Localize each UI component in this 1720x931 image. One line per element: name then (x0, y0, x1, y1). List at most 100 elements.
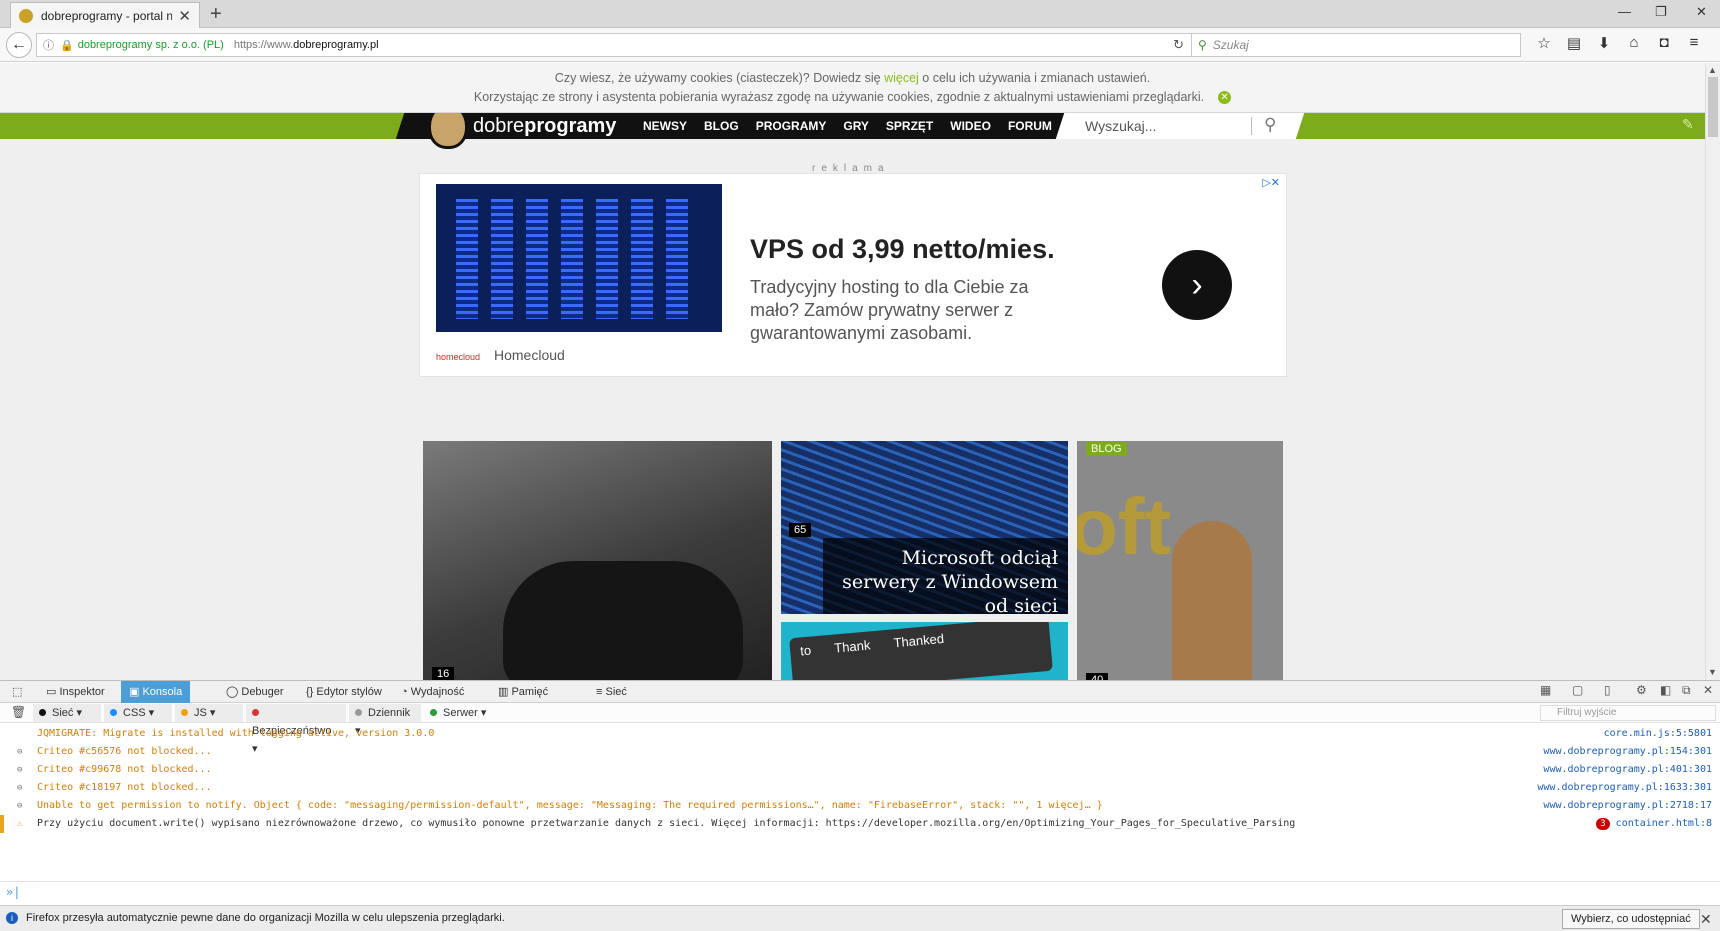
key-label: to (799, 642, 812, 659)
url-bar[interactable]: ⓘ 🔒 dobreprogramy sp. z o.o. (PL) https:… (36, 33, 1193, 57)
console-prompt-icon: »| (6, 885, 21, 899)
article-tile-blog[interactable]: oft BLOG 40 (1077, 441, 1283, 680)
dock-side-icon[interactable]: ◧ (1660, 683, 1671, 697)
site-search-input[interactable]: Wyszukaj... (1085, 113, 1285, 139)
adchoices-icon[interactable]: ▷✕ (1262, 176, 1280, 189)
ad-description: Tradycyjny hosting to dla Ciebie za mało… (750, 277, 1029, 343)
site-favicon-icon (19, 8, 33, 23)
menu-hamburger-icon[interactable]: ≡ (1679, 34, 1709, 52)
comment-count-badge: 16 (432, 667, 455, 680)
search-icon[interactable]: ⚲ (1264, 115, 1276, 135)
console-input[interactable]: »| (0, 881, 1720, 905)
cookie-more-link[interactable]: więcej (884, 71, 919, 85)
home-icon[interactable]: ⌂ (1619, 34, 1649, 52)
scroll-down-icon[interactable]: ▼ (1708, 667, 1717, 677)
bookmarks-list-icon[interactable]: ▤ (1559, 34, 1589, 52)
article-tile-keyboard[interactable]: to Thank Thanked (781, 622, 1068, 680)
filter-js[interactable]: JS ▾ (175, 704, 243, 722)
browser-search-input[interactable]: ⚲ Szukaj (1191, 33, 1521, 57)
devtools-panel: ⬚ ▭ Inspektor ▣ Konsola ◯ Debuger {} Edy… (0, 680, 1720, 905)
log-info-icon: ⊖ (17, 765, 23, 775)
pocket-icon[interactable]: ◘ (1649, 34, 1679, 52)
cookie-close-icon[interactable]: ✕ (1218, 91, 1232, 105)
nav-sprzet[interactable]: SPRZĘT (886, 113, 933, 139)
responsive-icon[interactable]: ▢ (1572, 683, 1583, 697)
tab-style-editor[interactable]: {} Edytor stylów (298, 681, 390, 703)
tab-performance[interactable]: ◔ Wydajność (393, 681, 472, 703)
nav-programy[interactable]: PROGRAMY (756, 113, 827, 139)
search-divider (1251, 117, 1252, 135)
devtools-close-icon[interactable]: ✕ (1703, 683, 1713, 697)
article-tile-gamepad[interactable]: 16 (423, 441, 772, 680)
choose-share-button[interactable]: Wybierz, co udostępniać (1562, 909, 1700, 929)
scroll-up-icon[interactable]: ▲ (1708, 65, 1717, 75)
filter-label: Sieć (52, 707, 74, 719)
tab-network[interactable]: ≡ Sieć (588, 681, 635, 703)
notification-text: Firefox przesyła automatycznie pewne dan… (26, 912, 505, 924)
ad-title[interactable]: VPS od 3,99 netto/mies. (750, 234, 1055, 265)
info-icon[interactable]: ⓘ (43, 37, 54, 53)
filter-server[interactable]: Serwer ▾ (424, 704, 496, 722)
nav-gry[interactable]: GRY (843, 113, 869, 139)
tab-memory[interactable]: ▥ Pamięć (490, 681, 556, 703)
site-nav: NEWSY BLOG PROGRAMY GRY SPRZĘT WIDEO FOR… (643, 113, 1069, 139)
minimize-icon[interactable]: — (1618, 4, 1631, 19)
undock-icon[interactable]: ⧉ (1682, 683, 1691, 698)
url-domain: dobreprogramy.pl (293, 39, 379, 51)
nav-blog[interactable]: BLOG (704, 113, 739, 139)
nav-wideo[interactable]: WIDEO (950, 113, 991, 139)
notification-close-icon[interactable]: ✕ (1700, 911, 1712, 928)
info-icon: i (6, 912, 18, 924)
restore-icon[interactable]: ❐ (1655, 4, 1667, 20)
nav-forum[interactable]: FORUM (1008, 113, 1052, 139)
log-source-link[interactable]: www.dobreprogramy.pl:401:301 (1543, 761, 1712, 779)
element-picker-icon[interactable]: ⬚ (4, 681, 30, 703)
reload-icon[interactable]: ↻ (1173, 37, 1184, 53)
split-console-icon[interactable]: ▦ (1540, 683, 1551, 697)
log-source-link[interactable]: www.dobreprogramy.pl:154:301 (1543, 743, 1712, 761)
tab-label: Inspektor (59, 686, 105, 698)
filter-css[interactable]: CSS ▾ (104, 704, 172, 722)
page-viewport: Czy wiesz, że używamy cookies (ciastecze… (0, 63, 1705, 680)
log-info-icon: ⊖ (17, 747, 23, 757)
site-logo[interactable]: dobreprogramy (473, 113, 616, 139)
filter-security[interactable]: Bezpieczeństwo ▾ (246, 704, 346, 755)
repeat-count-badge: 3 (1596, 818, 1610, 830)
device-icon[interactable]: ▯ (1604, 683, 1611, 697)
tab-inspector[interactable]: ▭ Inspektor (38, 681, 113, 703)
nav-newsy[interactable]: NEWSY (643, 113, 687, 139)
article-tile-servers[interactable]: 65 Microsoft odciął serwery z Windowsem … (781, 441, 1068, 614)
log-message: Criteo #c18197 not blocked... (37, 782, 212, 793)
blog-badge[interactable]: BLOG (1086, 442, 1127, 456)
cookie-text-1a: Czy wiesz, że używamy cookies (ciastecze… (554, 71, 885, 85)
settings-gear-icon[interactable]: ⚙ (1636, 683, 1647, 697)
ad-server-image[interactable] (436, 184, 722, 332)
download-icon[interactable]: ⬇ (1589, 34, 1619, 52)
filter-output-input[interactable]: Filtruj wyjście (1540, 705, 1716, 721)
log-source-link[interactable]: www.dobreprogramy.pl:2718:17 (1543, 797, 1712, 815)
tab-close-icon[interactable]: ✕ (178, 7, 191, 25)
log-source-link[interactable]: container.html:8 (1616, 818, 1712, 829)
scroll-thumb[interactable] (1708, 77, 1718, 137)
bookmark-star-icon[interactable]: ☆ (1529, 34, 1559, 52)
log-source-link[interactable]: www.dobreprogramy.pl:1633:301 (1537, 779, 1712, 797)
browser-tab[interactable]: dobreprogramy - portal ni... ✕ (10, 2, 200, 28)
comment-count-badge: 65 (789, 523, 812, 537)
article-title[interactable]: Microsoft odciął serwery z Windowsem od … (823, 538, 1068, 614)
filter-label: Serwer (443, 707, 478, 719)
advertisement[interactable]: ▷✕ VPS od 3,99 netto/mies. Tradycyjny ho… (419, 173, 1287, 377)
pin-icon[interactable]: ✎ (1682, 116, 1694, 133)
filter-network[interactable]: Sieć ▾ (33, 704, 101, 722)
tab-console[interactable]: ▣ Konsola (121, 681, 191, 703)
new-tab-icon[interactable]: + (210, 3, 222, 26)
ad-brand[interactable]: Homecloud (494, 347, 565, 363)
back-arrow-icon[interactable]: ← (6, 32, 32, 58)
filter-logging[interactable]: Dziennik ▾ (349, 704, 421, 737)
filter-label: JS (194, 707, 207, 719)
tab-debugger[interactable]: ◯ Debuger (218, 681, 292, 703)
page-scrollbar[interactable]: ▲ ▼ (1705, 63, 1720, 680)
clear-console-icon[interactable]: 🗑 (11, 705, 26, 719)
ad-next-arrow-icon[interactable]: › (1162, 250, 1232, 320)
window-close-icon[interactable]: ✕ (1696, 4, 1707, 20)
log-source-link[interactable]: core.min.js:5:5801 (1604, 725, 1712, 743)
